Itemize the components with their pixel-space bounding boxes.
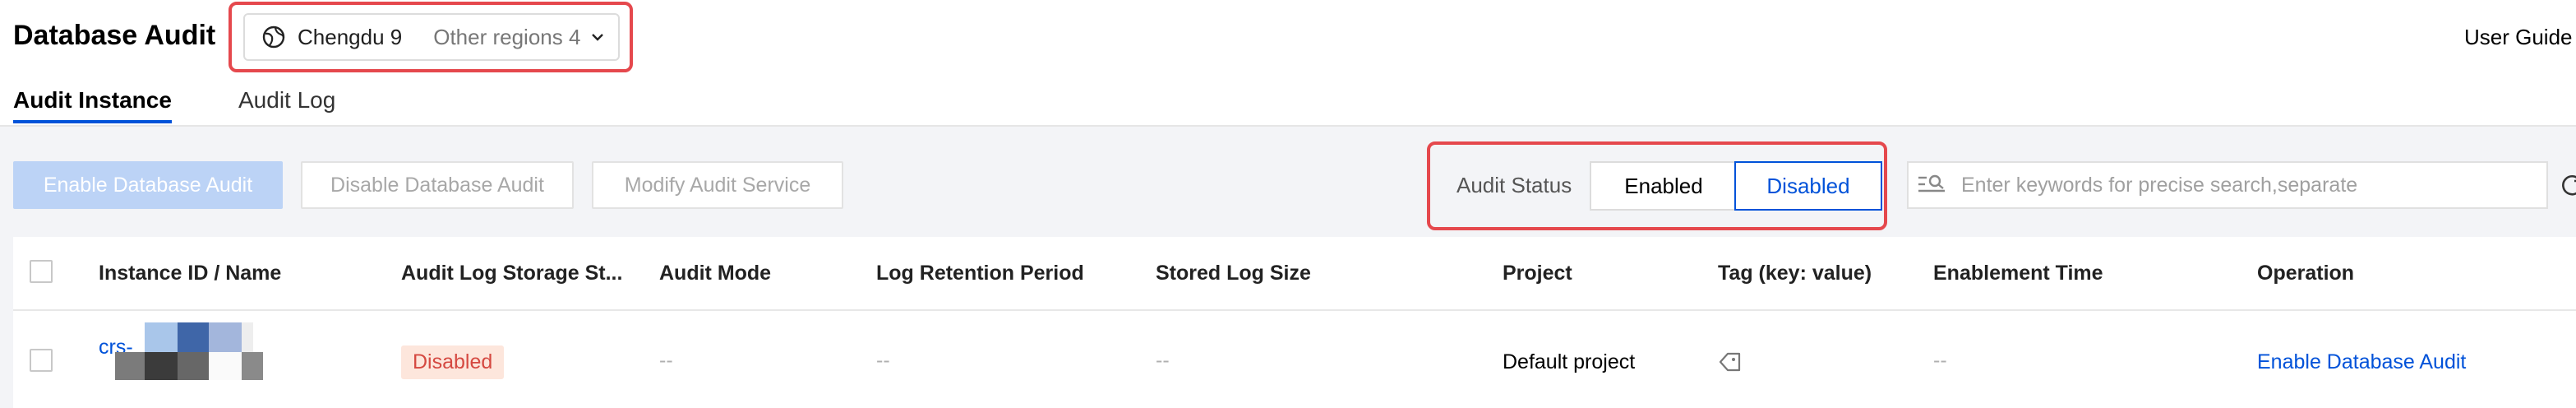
column-header-instance: Instance ID / Name	[99, 262, 282, 285]
page-title: Database Audit	[13, 20, 216, 51]
select-all-checkbox[interactable]	[30, 260, 53, 283]
retention-cell: --	[876, 349, 890, 372]
search-input[interactable]	[1960, 172, 2538, 198]
globe-icon	[262, 26, 285, 49]
column-header-retention: Log Retention Period	[876, 262, 1084, 285]
region-selector[interactable]: Chengdu 9 Other regions 4	[243, 13, 620, 61]
tab-audit-log[interactable]: Audit Log	[238, 87, 335, 114]
table-row: crs- Disabled -- -- -- Default project -…	[13, 311, 2576, 408]
tab-bar: Audit Instance Audit Log	[0, 79, 2576, 127]
stored-size-cell: --	[1156, 349, 1170, 372]
user-guide-link[interactable]: User Guide	[2464, 25, 2573, 50]
audit-mode-cell: --	[659, 349, 673, 372]
row-checkbox[interactable]	[30, 349, 53, 372]
table-header: Instance ID / Name Audit Log Storage St.…	[13, 237, 2576, 311]
disable-audit-button[interactable]: Disable Database Audit	[301, 161, 574, 209]
tag-icon[interactable]	[1718, 350, 1743, 373]
project-cell: Default project	[1503, 350, 1636, 373]
column-header-storage-status: Audit Log Storage St...	[401, 262, 623, 285]
audit-status-label: Audit Status	[1457, 173, 1572, 197]
column-header-tag: Tag (key: value)	[1718, 262, 1872, 285]
status-option-enabled[interactable]: Enabled	[1591, 163, 1736, 209]
instance-table: Instance ID / Name Audit Log Storage St.…	[13, 237, 2576, 408]
search-filter-icon[interactable]	[1917, 173, 1948, 197]
column-header-stored-size: Stored Log Size	[1156, 262, 1311, 285]
column-header-project: Project	[1503, 262, 1572, 285]
column-header-audit-mode: Audit Mode	[659, 262, 772, 285]
chevron-down-icon	[592, 34, 604, 41]
redacted-instance-name	[99, 322, 263, 388]
column-header-operation: Operation	[2257, 262, 2355, 285]
tab-audit-instance[interactable]: Audit Instance	[13, 87, 172, 123]
status-option-disabled[interactable]: Disabled	[1734, 161, 1882, 211]
enable-audit-link[interactable]: Enable Database Audit	[2257, 350, 2466, 374]
search-box	[1907, 161, 2548, 209]
enable-audit-button[interactable]: Enable Database Audit	[13, 161, 283, 209]
storage-status-badge: Disabled	[401, 345, 505, 379]
region-current-label: Chengdu 9	[298, 24, 403, 49]
column-header-enablement-time: Enablement Time	[1933, 262, 2103, 285]
audit-status-toggle: Enabled Disabled	[1590, 161, 1882, 211]
refresh-icon[interactable]	[2560, 173, 2576, 197]
region-other-label: Other regions 4	[433, 24, 581, 49]
enablement-time-cell: --	[1933, 349, 1947, 372]
modify-audit-button[interactable]: Modify Audit Service	[592, 161, 843, 209]
